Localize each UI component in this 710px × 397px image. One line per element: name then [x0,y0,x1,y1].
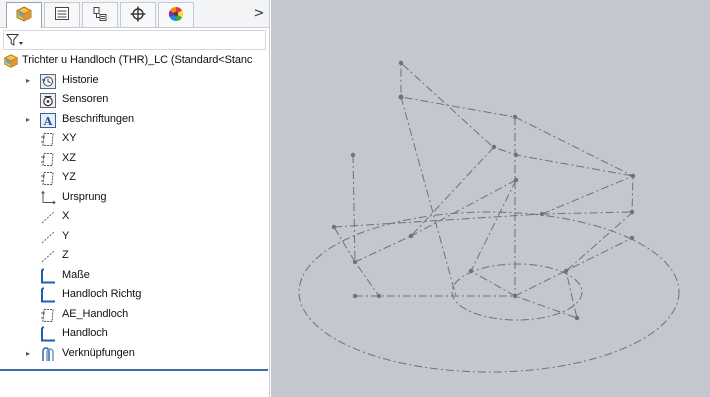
axis-icon [39,248,57,265]
plane-icon [39,151,57,168]
tree-root-label: Trichter u Handloch (THR)_LC (Standard<S… [22,54,253,66]
tree-item-label: Verknüpfungen [62,346,135,359]
tree-item-verknuepfungen[interactable]: ▸ Verknüpfungen [0,345,269,364]
tree-item-plane-yz[interactable]: YZ [0,169,269,188]
part-cube-icon [3,53,21,70]
base-link [333,226,356,263]
tree-item-sensoren[interactable]: Sensoren [0,91,269,110]
tree-item-beschriftungen[interactable]: ▸ A Beschriftungen [0,111,269,130]
base-chord [355,237,633,297]
tree-item-label: Z [62,249,69,261]
tree-item-axis-z[interactable]: Z [0,247,269,266]
tree-item-label: YZ [62,171,76,183]
tree-item-plane-xy[interactable]: XY [0,130,269,149]
origin-icon [39,190,57,207]
tab-display-manager[interactable] [158,2,194,27]
tab-configuration-manager[interactable] [82,2,118,27]
property-list-icon [54,6,70,24]
tree-item-label: Y [62,229,70,242]
tree-item-plane-ae-handloch[interactable]: AE_Handloch [0,306,269,325]
plane-icon [39,170,57,187]
tree-item-label: XZ [62,151,76,164]
tree-item-label: XY [62,132,77,144]
funnel-outline [333,61,634,228]
sketch-icon [39,326,57,343]
funnel-brace-6 [565,211,634,319]
tree-filter-box[interactable] [3,30,266,50]
tree-item-historie[interactable]: ▸ Historie [0,72,269,91]
tree-item-sketch-masse[interactable]: Maße [0,267,269,286]
annotations-icon: A [39,112,57,129]
tree-item-axis-y[interactable]: Y [0,228,269,247]
funnel-brace-5 [541,175,634,215]
crosshair-icon [130,6,146,25]
funnel-brace-2 [354,146,495,263]
plane-icon [39,131,57,148]
tree-item-label: Historie [62,73,99,86]
plane-icon [39,307,57,324]
expand-arrow-icon[interactable]: ▸ [24,76,32,85]
tree-item-axis-x[interactable]: X [0,208,269,227]
tree-item-label: Handloch Richtg [62,288,142,300]
color-wheel-icon [168,6,184,25]
tab-dimxpert-manager[interactable] [120,2,156,27]
tree-item-label: Ursprung [62,190,107,203]
part-cube-icon [15,6,33,25]
tab-feature-manager[interactable] [6,2,42,28]
tree-item-label: Sensoren [62,93,109,105]
funnel-filter-icon[interactable] [5,33,24,51]
tab-property-manager[interactable] [44,2,80,27]
chevron-right-icon: > [253,5,265,21]
tabs-more-button[interactable]: > [252,5,266,21]
tree-item-sketch-handloch[interactable]: Handloch [0,325,269,344]
tree-item-plane-xz[interactable]: XZ [0,150,269,169]
expand-arrow-icon[interactable]: ▸ [24,349,32,358]
manager-tab-bar: > [0,0,269,28]
sensor-icon [39,92,57,109]
panel-bottom-divider [0,369,268,371]
sketch-wireframe [298,60,680,373]
tree-item-ursprung[interactable]: Ursprung [0,189,269,208]
graphics-viewport[interactable] [271,0,710,397]
tree-root-part[interactable]: Trichter u Handloch (THR)_LC (Standard<S… [0,52,269,71]
tree-item-sketch-handloch-richtg[interactable]: Handloch Richtg [0,286,269,305]
axis-icon [39,229,57,246]
tree-item-label: AE_Handloch [62,307,129,320]
history-icon [39,73,57,90]
tree-item-label: Maße [62,268,90,281]
expand-arrow-icon[interactable]: ▸ [24,115,32,124]
configuration-icon [92,6,108,25]
sketch-icon [39,287,57,304]
tree-item-label: X [62,210,70,222]
svg-text:A: A [43,115,53,128]
mates-icon [39,346,57,363]
funnel-brace-4 [470,179,578,319]
tree-item-label: Beschriftungen [62,112,134,125]
funnel-brace-3 [410,179,517,237]
base-ellipse [298,211,680,373]
axis-icon [39,209,57,226]
sketch-icon [39,268,57,285]
tree-item-label: Handloch [62,327,108,339]
feature-manager-panel: > Trichter u Handloch (THR)_LC (Standard… [0,0,270,397]
